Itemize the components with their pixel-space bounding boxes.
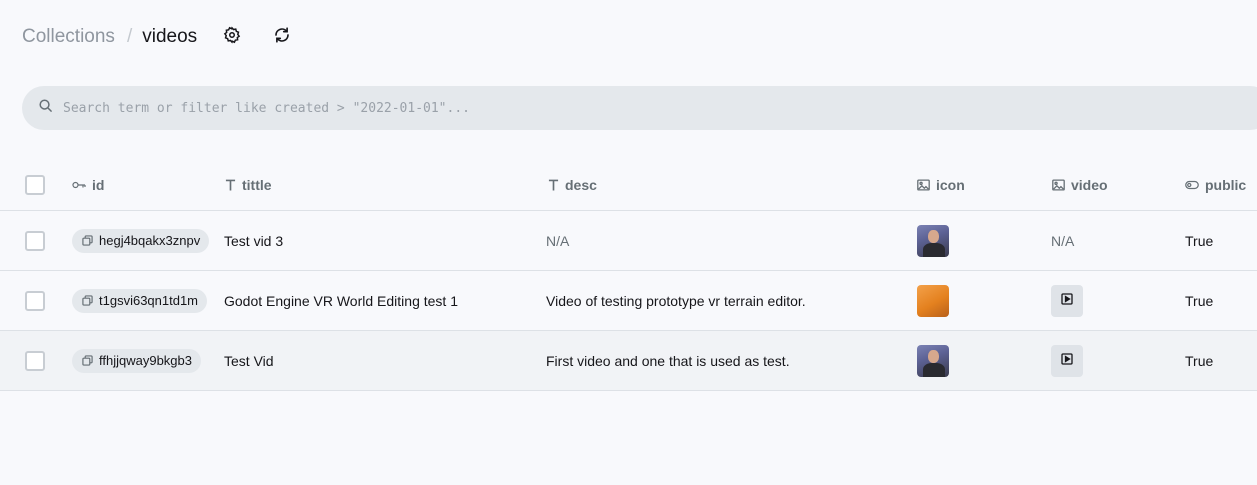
column-header-icon[interactable]: icon xyxy=(917,160,965,210)
table-row[interactable]: ffhjjqway9bkgb3 Test Vid First video and… xyxy=(0,331,1257,391)
column-header-id[interactable]: id xyxy=(72,160,104,210)
public-cell: True xyxy=(1185,232,1214,249)
tittle-cell: Test vid 3 xyxy=(224,232,284,249)
video-cell xyxy=(1051,271,1083,330)
table-row[interactable]: hegj4bqakx3znpv Test vid 3 N/A N/A True xyxy=(0,211,1257,271)
key-icon xyxy=(72,180,86,190)
row-checkbox[interactable] xyxy=(25,230,45,251)
row-checkbox[interactable] xyxy=(25,290,45,311)
video-cell xyxy=(1051,331,1083,390)
search-bar xyxy=(22,86,1257,130)
text-type-icon xyxy=(548,179,559,191)
column-header-desc[interactable]: desc xyxy=(548,160,597,210)
breadcrumb-separator: / xyxy=(126,26,133,47)
record-id: hegj4bqakx3znpv xyxy=(99,233,201,248)
table-header-row: id tittle desc icon video public xyxy=(0,160,1257,211)
video-cell: N/A xyxy=(1051,232,1075,249)
copy-icon xyxy=(82,295,93,306)
copy-id-button[interactable]: hegj4bqakx3znpv xyxy=(72,228,210,253)
column-header-public[interactable]: public xyxy=(1185,160,1246,210)
breadcrumb-current: videos xyxy=(142,26,198,47)
public-cell: True xyxy=(1185,352,1214,369)
text-type-icon xyxy=(225,179,236,191)
column-label: video xyxy=(1071,177,1108,193)
page-header: Collections / videos xyxy=(22,22,297,52)
column-header-tittle[interactable]: tittle xyxy=(225,160,272,210)
desc-cell: Video of testing prototype vr terrain ed… xyxy=(546,292,806,309)
collection-settings-button[interactable] xyxy=(217,22,247,52)
id-cell: t1gsvi63qn1td1m xyxy=(72,271,208,330)
column-label: id xyxy=(92,177,105,193)
icon-cell xyxy=(917,331,949,390)
desc-cell: First video and one that is used as test… xyxy=(546,352,790,369)
refresh-icon xyxy=(273,26,291,49)
image-icon xyxy=(917,179,930,191)
column-label: public xyxy=(1205,177,1247,193)
column-label: desc xyxy=(565,177,597,193)
person-thumbnail[interactable] xyxy=(917,344,949,377)
copy-id-button[interactable]: ffhjjqway9bkgb3 xyxy=(72,348,201,373)
id-cell: hegj4bqakx3znpv xyxy=(72,211,210,270)
column-label: icon xyxy=(936,177,965,193)
row-checkbox[interactable] xyxy=(25,350,45,371)
record-id: t1gsvi63qn1td1m xyxy=(99,293,199,308)
row-select-cell xyxy=(25,331,45,390)
video-file-icon xyxy=(1061,292,1073,310)
copy-icon xyxy=(82,355,93,366)
video-file-icon xyxy=(1061,352,1073,370)
toggle-icon xyxy=(1185,180,1199,190)
id-cell: ffhjjqway9bkgb3 xyxy=(72,331,201,390)
records-table: id tittle desc icon video public hegj4bq… xyxy=(0,160,1257,391)
refresh-button[interactable] xyxy=(267,22,297,52)
orange-thumbnail[interactable] xyxy=(917,284,949,317)
row-select-cell xyxy=(25,271,45,330)
image-icon xyxy=(1052,179,1065,191)
column-header-video[interactable]: video xyxy=(1052,160,1108,210)
record-id: ffhjjqway9bkgb3 xyxy=(99,353,192,368)
search-icon xyxy=(38,98,53,118)
video-file-button[interactable] xyxy=(1051,284,1083,317)
select-all-cell xyxy=(25,160,45,210)
select-all-checkbox[interactable] xyxy=(25,175,45,195)
table-row[interactable]: t1gsvi63qn1td1m Godot Engine VR World Ed… xyxy=(0,271,1257,331)
column-label: tittle xyxy=(242,177,272,193)
tittle-cell: Godot Engine VR World Editing test 1 xyxy=(224,292,458,309)
person-thumbnail[interactable] xyxy=(917,224,949,257)
icon-cell xyxy=(917,271,949,330)
tittle-cell: Test Vid xyxy=(224,352,274,369)
gear-icon xyxy=(223,25,241,49)
video-file-button[interactable] xyxy=(1051,344,1083,377)
public-cell: True xyxy=(1185,292,1214,309)
icon-cell xyxy=(917,211,949,270)
desc-cell: N/A xyxy=(546,232,570,249)
search-input[interactable] xyxy=(63,100,1213,116)
breadcrumb-collections[interactable]: Collections xyxy=(22,26,115,48)
row-select-cell xyxy=(25,211,45,270)
copy-id-button[interactable]: t1gsvi63qn1td1m xyxy=(72,288,208,313)
copy-icon xyxy=(82,235,93,246)
